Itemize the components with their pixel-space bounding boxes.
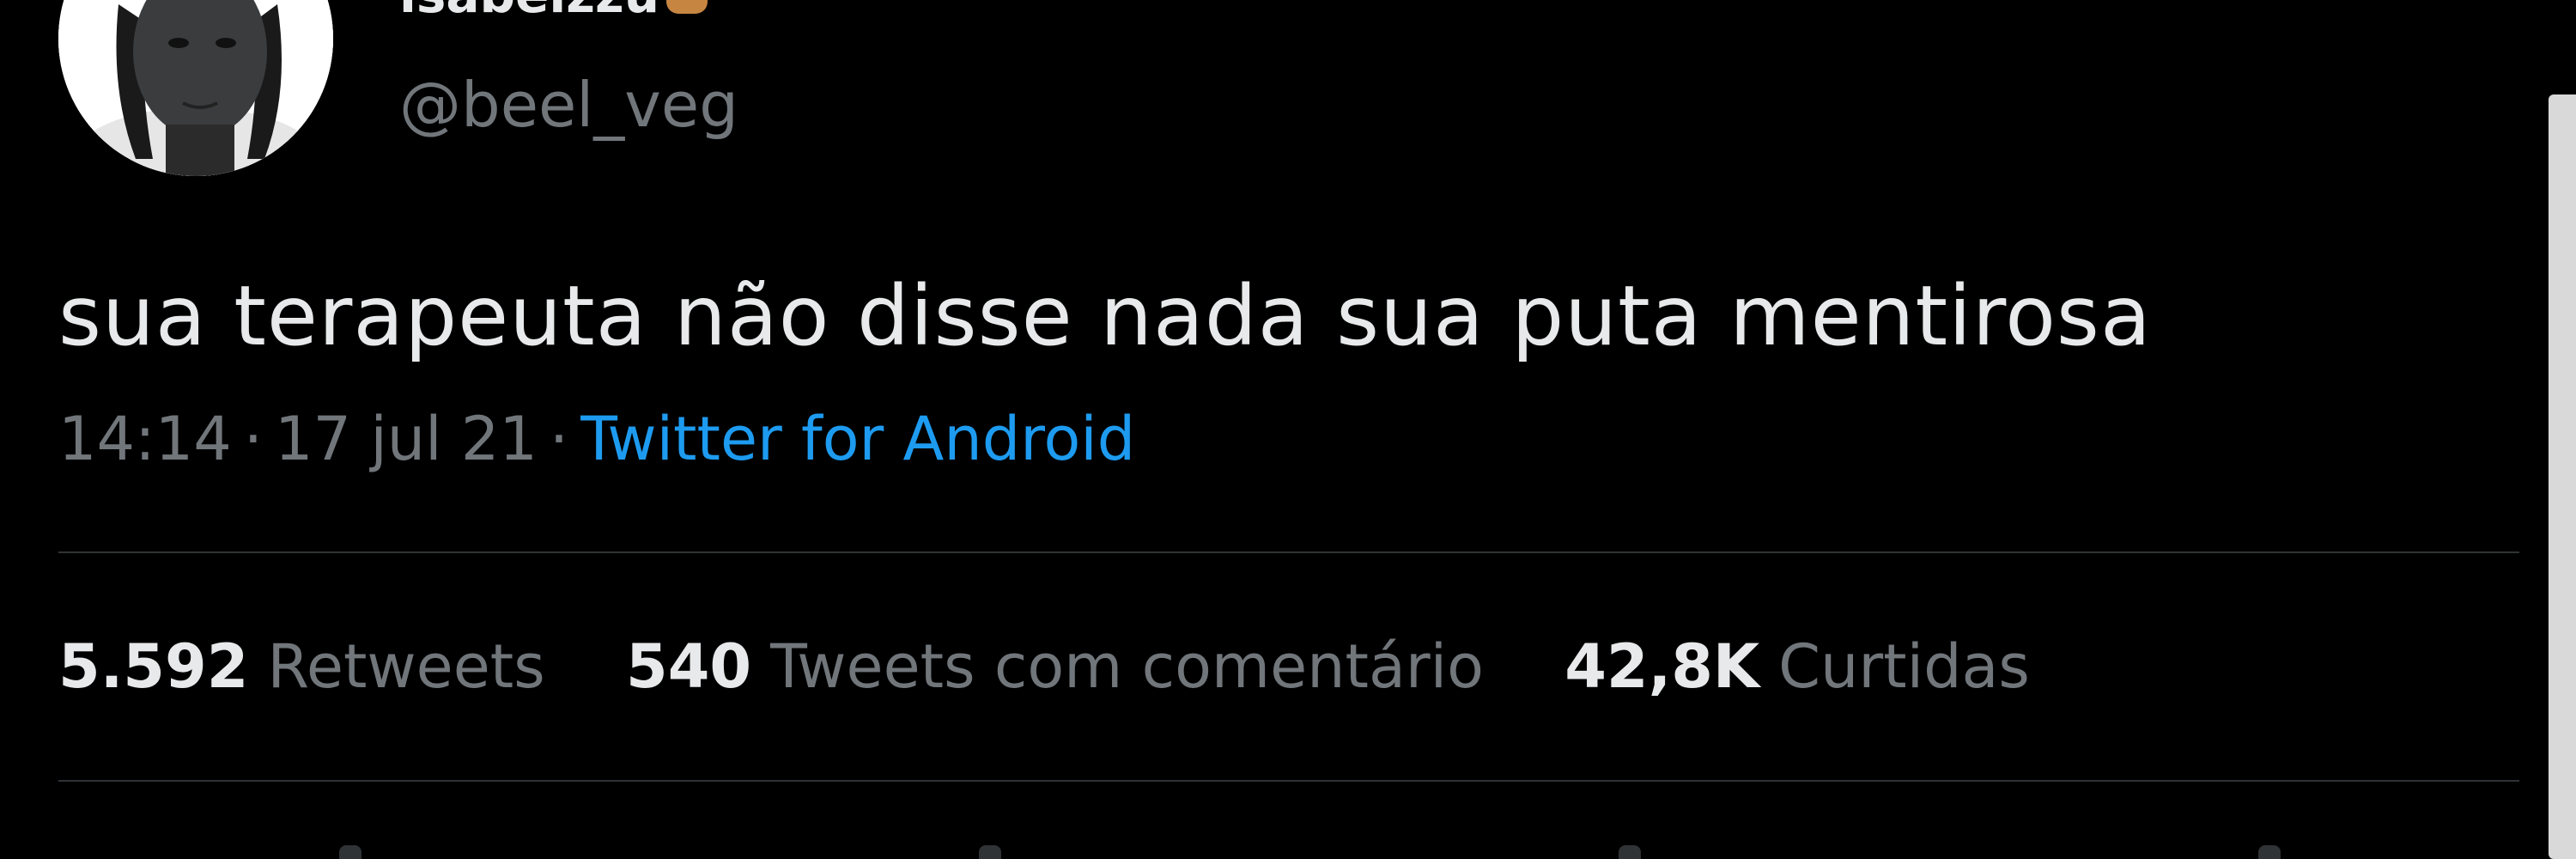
avatar[interactable] [58, 0, 333, 176]
tweet-metadata: 14:14 · 17 jul 21 · Twitter for Android [58, 404, 1135, 474]
tweet-source-link[interactable]: Twitter for Android [580, 404, 1135, 474]
reply-icon[interactable] [339, 845, 361, 859]
likes-stat[interactable]: 42,8K Curtidas [1564, 631, 2030, 702]
separator-dot: · [549, 404, 569, 474]
display-name-text: isabelzzu [399, 0, 659, 24]
like-icon[interactable] [1619, 845, 1641, 859]
divider-top [58, 551, 2519, 553]
tweet-time[interactable]: 14:14 [58, 404, 232, 474]
tweet-stats: 5.592 Retweets 540 Tweets com comentário 4… [58, 631, 2092, 702]
profile-photo-icon [58, 0, 333, 176]
likes-count: 42,8K [1564, 631, 1760, 702]
retweets-count: 5.592 [58, 631, 249, 702]
likes-label: Curtidas [1778, 631, 2030, 702]
retweets-stat[interactable]: 5.592 Retweets [58, 631, 545, 702]
separator-dot: · [243, 404, 263, 474]
author-display-name[interactable]: isabelzzu [399, 0, 711, 24]
quote-tweets-count: 540 [626, 631, 752, 702]
author-handle[interactable]: @beel_veg [399, 69, 738, 141]
share-icon[interactable] [2258, 845, 2281, 859]
retweet-icon[interactable] [979, 845, 1001, 859]
divider-bottom [58, 780, 2519, 782]
quote-tweets-stat[interactable]: 540 Tweets com comentário [626, 631, 1484, 702]
tweet-date[interactable]: 17 jul 21 [275, 404, 538, 474]
flexed-biceps-icon [663, 0, 711, 17]
more-options-icon[interactable] [2458, 0, 2483, 9]
retweets-label: Retweets [267, 631, 545, 702]
quote-tweets-label: Tweets com comentário [770, 631, 1484, 702]
scrollbar[interactable] [2549, 94, 2576, 859]
tweet-text: sua terapeuta não disse nada sua puta me… [58, 268, 2152, 364]
